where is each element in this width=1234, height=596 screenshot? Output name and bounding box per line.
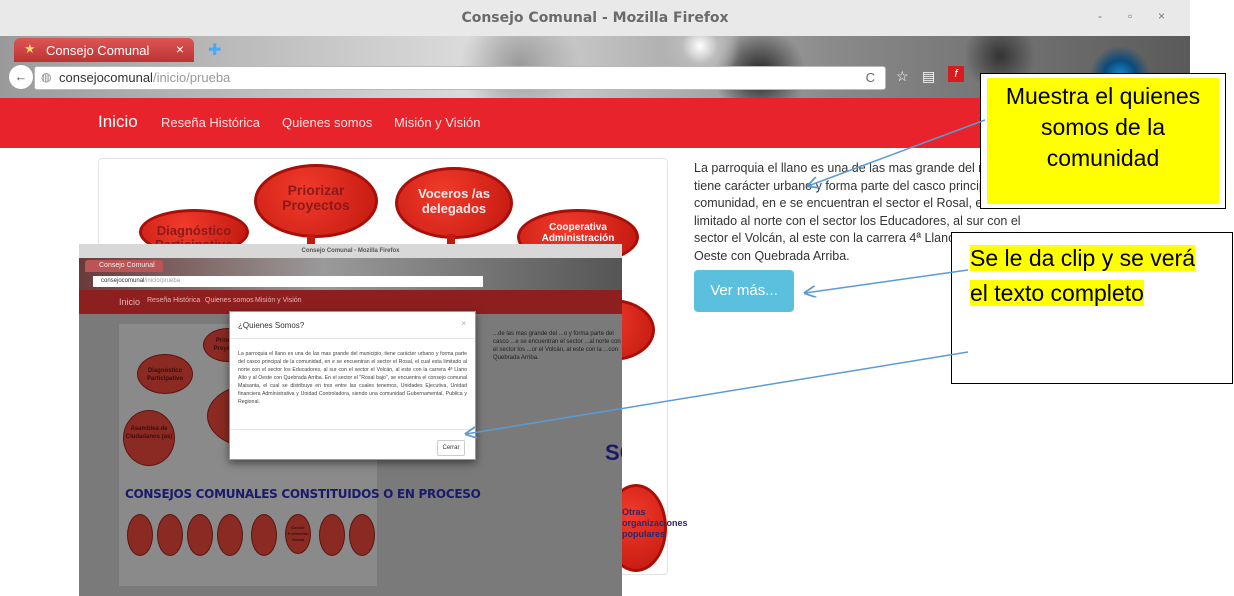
inset-so-text: SO xyxy=(605,440,622,465)
bookmark-star-icon[interactable]: ☆ xyxy=(896,68,909,85)
window-titlebar: Consejo Comunal - Mozilla Firefox - ▫ × xyxy=(0,0,1190,37)
inset-nav-quienes: Quienes somos xyxy=(205,297,254,304)
inset-nav-resena: Reseña Histórica xyxy=(147,297,201,304)
callout-ver-mas: Se le da clip y se verá el texto complet… xyxy=(951,232,1233,384)
inset-nav-inicio: Inicio xyxy=(119,297,141,307)
inset-bubble-comite: Comité Protección Social xyxy=(285,514,311,554)
new-tab-icon[interactable]: ✚ xyxy=(208,40,221,60)
callout-quienes-somos-text: Muestra el quienes somos de la comunidad xyxy=(987,78,1219,204)
nav-brand-inicio[interactable]: Inicio xyxy=(98,112,138,132)
globe-icon: ◍ xyxy=(41,70,52,84)
url-path: /inicio/prueba xyxy=(152,70,231,85)
url-host: consejocomunal xyxy=(59,70,153,85)
inset-side-text: ...de las mas grande del ...o y forma pa… xyxy=(493,331,621,361)
back-arrow-icon: ← xyxy=(14,69,28,84)
inset-bubble-row xyxy=(251,514,277,556)
nav-item-quienes-somos[interactable]: Quienes somos xyxy=(282,115,372,130)
inset-tab: Consejo Comunal xyxy=(85,260,163,272)
cerrar-button[interactable]: Cerrar xyxy=(437,440,465,456)
bubble-priorizar: Priorizar Proyectos xyxy=(254,164,378,238)
inset-bubble-row xyxy=(349,514,375,556)
inset-bubble-diagnostico: Diagnóstico Participativo xyxy=(137,354,193,394)
ver-mas-button[interactable]: Ver más... xyxy=(694,270,794,312)
url-text: consejocomunal/inicio/prueba xyxy=(59,70,230,85)
callout-quienes-somos: Muestra el quienes somos de la comunidad xyxy=(980,73,1226,209)
reading-list-icon[interactable]: ▤ xyxy=(922,68,935,85)
modal-title: ¿Quienes Somos? xyxy=(238,321,305,330)
modal-body: La parroquia el llano es una de las mas … xyxy=(238,351,467,405)
nav-item-mision-vision[interactable]: Misión y Visión xyxy=(394,115,480,130)
inset-bubble-row xyxy=(319,514,345,556)
inset-url-bar: consejocomunal/inicio/prueba xyxy=(93,276,483,287)
callout-ver-mas-text: Se le da clip y se verá el texto complet… xyxy=(970,241,1218,311)
modal-close-icon[interactable]: × xyxy=(461,319,466,328)
url-bar[interactable]: ◍ consejocomunal/inicio/prueba C xyxy=(34,66,886,90)
inset-window-title: Consejo Comunal - Mozilla Firefox xyxy=(79,244,622,258)
star-icon: ★ xyxy=(24,41,36,56)
tab-close-icon[interactable]: × xyxy=(176,41,184,57)
inset-consejos-heading: CONSEJOS COMUNALES CONSTITUIDOS O EN PRO… xyxy=(125,487,481,501)
flash-icon[interactable]: f xyxy=(948,66,964,82)
maximize-button[interactable]: ▫ xyxy=(1128,9,1132,23)
arrow-to-ver-mas xyxy=(805,269,969,293)
inset-nav-mision: Misión y Visión xyxy=(255,297,302,304)
modal-header: ¿Quienes Somos? × xyxy=(230,312,475,339)
reload-icon[interactable]: C xyxy=(866,70,875,85)
inset-url-host: consejocomunal xyxy=(101,278,145,284)
callout-ver-mas-label: Se le da clip y se verá el texto complet… xyxy=(970,245,1196,306)
window-title: Consejo Comunal - Mozilla Firefox xyxy=(461,10,729,26)
inset-bubble-row xyxy=(187,514,213,556)
quienes-somos-modal: ¿Quienes Somos? × La parroquia el llano … xyxy=(229,311,476,460)
inset-url-path: /inicio/prueba xyxy=(144,278,181,284)
nav-item-resena[interactable]: Reseña Histórica xyxy=(161,115,260,130)
bubble-voceros: Voceros /as delegados xyxy=(395,167,513,239)
back-button[interactable]: ← xyxy=(8,64,34,90)
browser-tab[interactable]: ★ Consejo Comunal × xyxy=(14,38,194,62)
inset-bubble-row xyxy=(157,514,183,556)
inset-bubble-row xyxy=(127,514,153,556)
inset-bubble-row xyxy=(217,514,243,556)
inset-bubble-asamblea: Asamblea de Ciudadanos (as) xyxy=(123,410,175,466)
inset-browser-chrome: Consejo Comunal consejocomunal/inicio/pr… xyxy=(79,258,622,290)
close-window-button[interactable]: × xyxy=(1158,9,1165,23)
modal-footer: Cerrar xyxy=(230,429,475,460)
tab-label: Consejo Comunal xyxy=(46,43,150,58)
minimize-button[interactable]: - xyxy=(1098,9,1102,23)
